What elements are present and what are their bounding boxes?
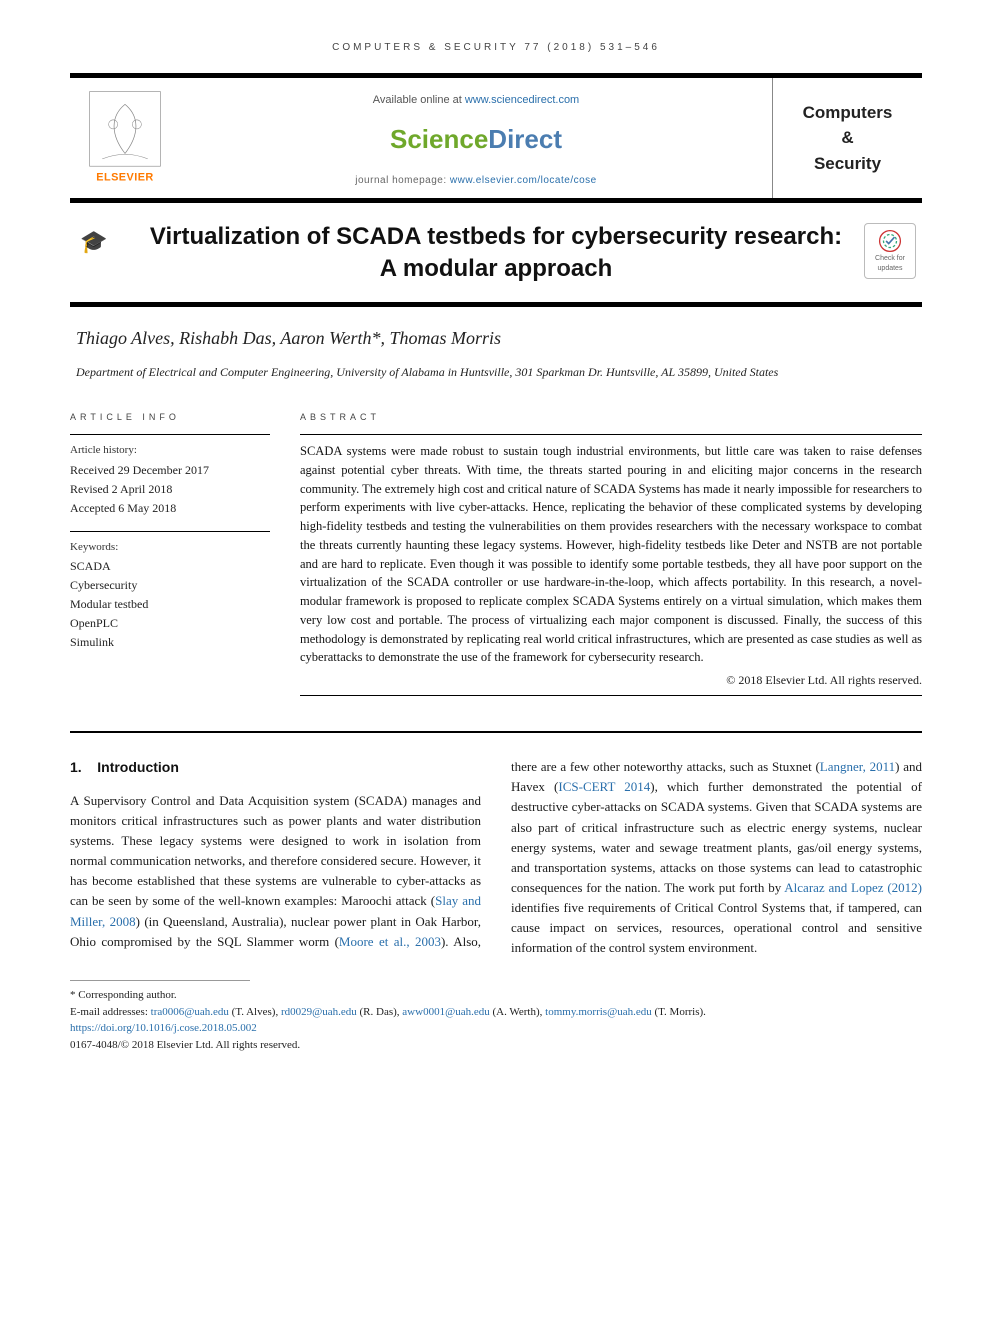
title-block: 🎓 Virtualization of SCADA testbeds for c… <box>70 203 922 307</box>
doi-link[interactable]: https://doi.org/10.1016/j.cose.2018.05.0… <box>70 1022 257 1034</box>
abstract-column: ABSTRACT SCADA systems were made robust … <box>300 411 922 704</box>
journal-name: Computers & Security <box>803 100 893 177</box>
citation-link[interactable]: Alcaraz and Lopez (2012) <box>784 880 922 895</box>
journal-homepage: journal homepage: www.elsevier.com/locat… <box>190 173 762 188</box>
keyword: Cybersecurity <box>70 576 270 594</box>
section-number: 1. <box>70 759 82 775</box>
issn-copyright: 0167-4048/© 2018 Elsevier Ltd. All right… <box>70 1037 922 1054</box>
section-divider <box>70 731 922 733</box>
hr <box>70 434 270 435</box>
abstract-text: SCADA systems were made robust to sustai… <box>300 442 922 667</box>
keywords-block: Keywords: SCADA Cybersecurity Modular te… <box>70 531 270 652</box>
hr <box>300 695 922 696</box>
graduation-cap-icon: 🎓 <box>80 225 107 258</box>
hr <box>70 531 270 532</box>
crossmark-icon <box>877 228 903 254</box>
masthead: ELSEVIER Available online at www.science… <box>70 73 922 203</box>
author-email-link[interactable]: rd0029@uah.edu <box>281 1006 357 1018</box>
author-email-link[interactable]: aww0001@uah.edu <box>402 1006 489 1018</box>
abstract-heading: ABSTRACT <box>300 411 922 425</box>
citation-link[interactable]: ICS-CERT 2014 <box>558 779 650 794</box>
header-center: Available online at www.sciencedirect.co… <box>180 78 772 198</box>
body-columns: 1. Introduction A Supervisory Control an… <box>70 757 922 958</box>
journal-citation: COMPUTERS & SECURITY 77 (2018) 531–546 <box>332 42 660 53</box>
hr <box>300 434 922 435</box>
citation-link[interactable]: Moore et al., 2003 <box>339 934 441 949</box>
footnote-rule <box>70 980 250 981</box>
keywords-label: Keywords: <box>70 539 270 556</box>
sciencedirect-logo: ScienceDirect <box>390 120 562 159</box>
keyword: OpenPLC <box>70 614 270 632</box>
footnotes: * Corresponding author. E-mail addresses… <box>70 987 922 1053</box>
authors-block: Thiago Alves, Rishabh Das, Aaron Werth*,… <box>70 307 922 389</box>
svg-text:ELSEVIER: ELSEVIER <box>96 172 153 184</box>
keyword: SCADA <box>70 557 270 575</box>
author-list: Thiago Alves, Rishabh Das, Aaron Werth*,… <box>76 325 916 352</box>
article-meta-row: ARTICLE INFO Article history: Received 2… <box>70 411 922 704</box>
journal-homepage-link[interactable]: www.elsevier.com/locate/cose <box>450 175 597 186</box>
sciencedirect-url-link[interactable]: www.sciencedirect.com <box>465 94 579 106</box>
corresponding-author-note: * Corresponding author. <box>70 987 922 1004</box>
keyword: Modular testbed <box>70 595 270 613</box>
article-info-column: ARTICLE INFO Article history: Received 2… <box>70 411 270 704</box>
affiliation: Department of Electrical and Computer En… <box>76 364 916 381</box>
abstract-copyright: © 2018 Elsevier Ltd. All rights reserved… <box>300 671 922 689</box>
revised-date: Revised 2 April 2018 <box>70 480 270 498</box>
history-label: Article history: <box>70 442 270 459</box>
section-heading: 1. Introduction <box>70 757 481 779</box>
email-addresses: E-mail addresses: tra0006@uah.edu (T. Al… <box>70 1004 922 1021</box>
running-header: COMPUTERS & SECURITY 77 (2018) 531–546 <box>70 40 922 73</box>
body-paragraph: A Supervisory Control and Data Acquisiti… <box>70 757 922 958</box>
paper-title: Virtualization of SCADA testbeds for cyb… <box>80 221 912 286</box>
keyword: Simulink <box>70 633 270 651</box>
accepted-date: Accepted 6 May 2018 <box>70 499 270 517</box>
article-info-heading: ARTICLE INFO <box>70 411 270 425</box>
section-title: Introduction <box>97 759 179 775</box>
journal-name-box: Computers & Security <box>772 78 922 198</box>
elsevier-logo: ELSEVIER <box>70 78 180 198</box>
available-online: Available online at www.sciencedirect.co… <box>190 92 762 109</box>
crossmark-badge[interactable]: Check for updates <box>864 223 916 279</box>
citation-link[interactable]: Langner, 2011 <box>820 759 895 774</box>
author-email-link[interactable]: tommy.morris@uah.edu <box>545 1006 652 1018</box>
received-date: Received 29 December 2017 <box>70 461 270 479</box>
author-email-link[interactable]: tra0006@uah.edu <box>151 1006 229 1018</box>
